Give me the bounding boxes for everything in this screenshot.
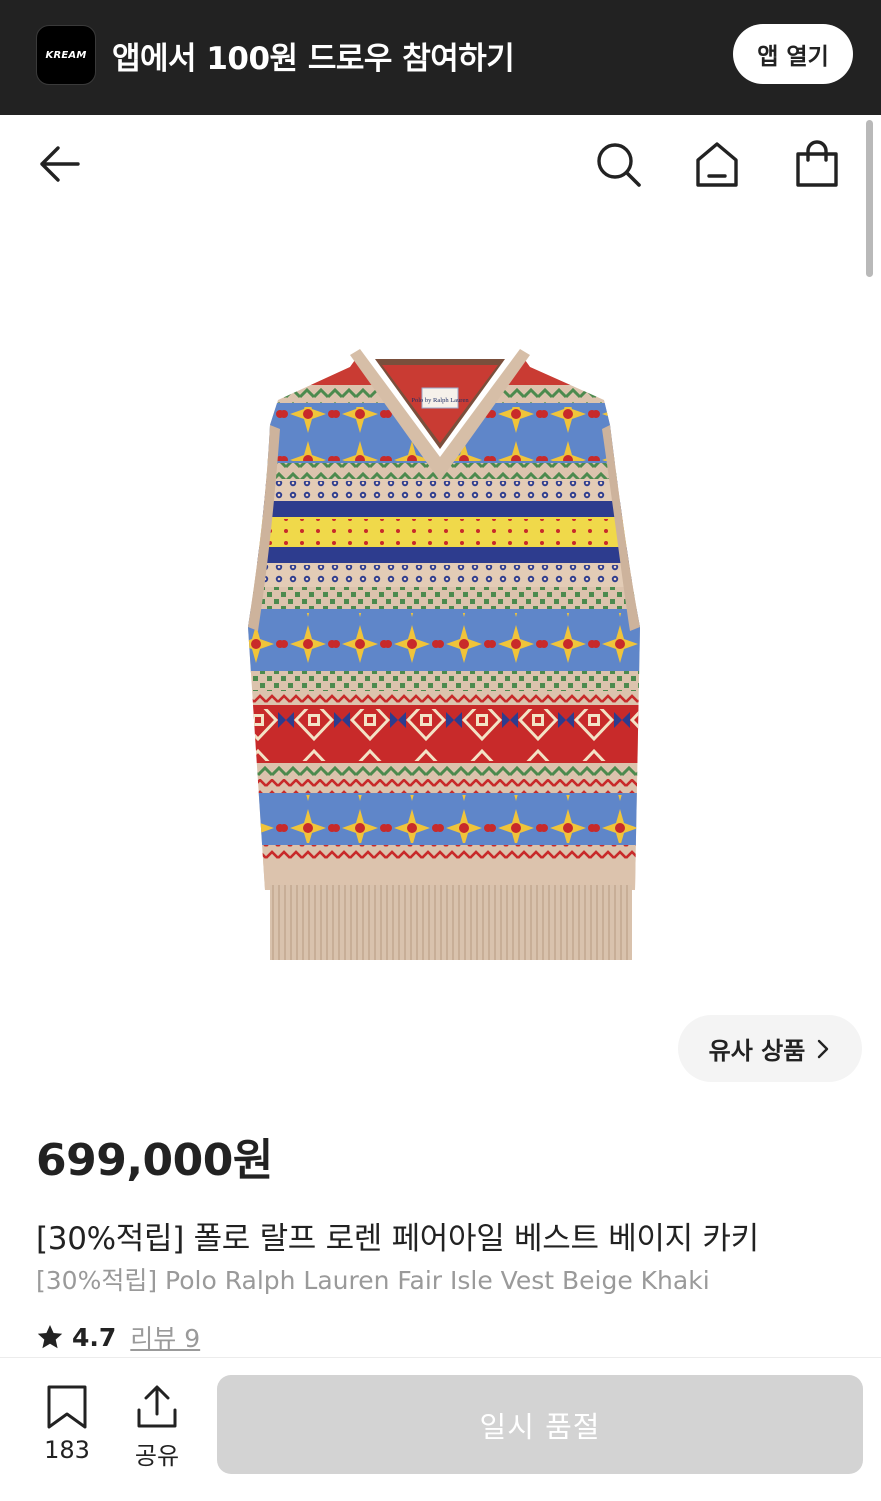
- kream-logo-text: KREAM: [45, 49, 87, 61]
- bookmark-button[interactable]: 183: [32, 1384, 102, 1474]
- kream-app-logo[interactable]: KREAM: [36, 25, 96, 85]
- bookmark-count: 183: [44, 1436, 90, 1464]
- rating-value: 4.7: [72, 1322, 117, 1352]
- share-button[interactable]: 공유: [122, 1384, 192, 1474]
- product-title-korean: [30%적립] 폴로 랄프 로렌 페어아일 베스트 베이지 카키: [36, 1221, 759, 1257]
- chevron-right-icon: [818, 1039, 829, 1058]
- product-image-fair-isle-vest[interactable]: Polo by Ralph Lauren: [230, 345, 650, 970]
- shopping-bag-icon[interactable]: [793, 140, 841, 188]
- rating-row: 4.7 리뷰 9: [36, 1319, 200, 1355]
- banner-message: 앱에서 100원 드로우 참여하기: [112, 41, 515, 77]
- bookmark-icon: [47, 1385, 87, 1429]
- arrow-left-icon[interactable]: [36, 140, 84, 188]
- home-icon[interactable]: [693, 140, 741, 188]
- star-icon: [37, 1325, 63, 1349]
- product-title-english: [30%적립] Polo Ralph Lauren Fair Isle Vest…: [36, 1266, 710, 1295]
- search-icon[interactable]: [594, 140, 642, 188]
- share-icon: [137, 1385, 177, 1428]
- review-link[interactable]: 리뷰 9: [130, 1319, 200, 1355]
- share-label: 공유: [134, 1442, 180, 1470]
- similar-products-button[interactable]: 유사 상품: [678, 1015, 862, 1082]
- similar-products-label: 유사 상품: [708, 1037, 806, 1065]
- app-download-banner: KREAM 앱에서 100원 드로우 참여하기 앱 열기: [0, 0, 881, 115]
- bottom-action-bar: 183 공유 일시 품절: [0, 1357, 881, 1501]
- page-scrollbar[interactable]: [866, 120, 873, 277]
- brand-label-text: Polo by Ralph Lauren: [411, 397, 469, 404]
- open-app-button[interactable]: 앱 열기: [733, 24, 853, 84]
- temporarily-sold-out-button[interactable]: 일시 품절: [217, 1375, 863, 1474]
- product-price: 699,000원: [36, 1135, 273, 1186]
